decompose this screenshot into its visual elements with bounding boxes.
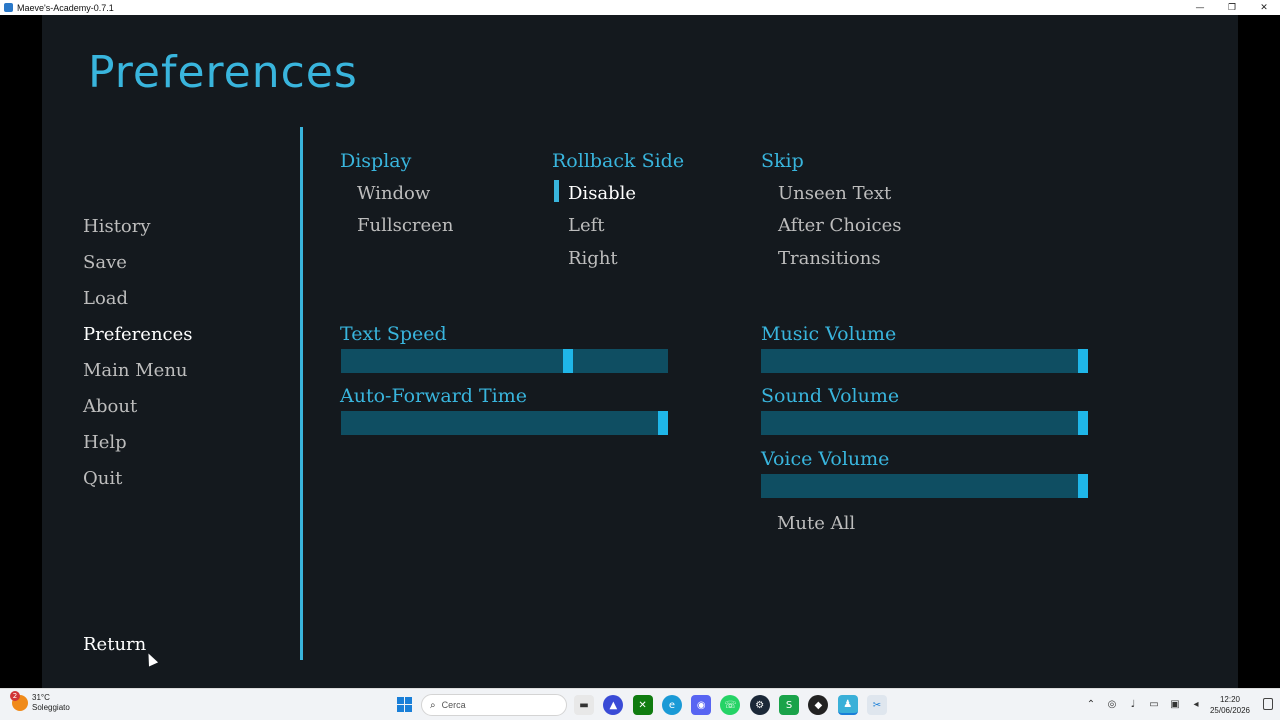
nav-item-history[interactable]: History	[83, 216, 151, 237]
auto-forward-time-slider[interactable]	[341, 411, 668, 435]
system-tray: ⌃ ◎ ♩ ▭ ▣ ◂	[1084, 697, 1210, 711]
skip-label: Skip	[761, 150, 804, 172]
display-label: Display	[340, 150, 412, 172]
display-option-window[interactable]: Window	[357, 183, 430, 204]
edge-icon[interactable]: e	[661, 695, 682, 715]
security-icon[interactable]: ◎	[1105, 697, 1119, 711]
taskbar-search[interactable]: ⌕ Cerca	[421, 694, 567, 716]
mouse-cursor-icon	[143, 651, 159, 667]
minimize-button[interactable]: —	[1184, 0, 1216, 15]
text-speed-slider-thumb[interactable]	[563, 349, 573, 373]
game-screen: Preferences History Save Load Preference…	[42, 15, 1238, 688]
nav-item-quit[interactable]: Quit	[83, 468, 122, 489]
weather-widget[interactable]: 2 31°C Soleggiato	[10, 691, 70, 713]
nav-item-save[interactable]: Save	[83, 252, 127, 273]
steam-icon[interactable]: ⚙	[749, 695, 770, 715]
window-title: Maeve's-Academy-0.7.1	[17, 2, 114, 13]
nav-item-main-menu[interactable]: Main Menu	[83, 360, 188, 381]
notification-badge: 2	[10, 691, 20, 701]
page-title: Preferences	[88, 47, 358, 98]
clock-date: 25/06/2026	[1209, 706, 1251, 715]
text-speed-slider[interactable]	[341, 349, 668, 373]
snipping-tool-icon[interactable]: ✂	[866, 695, 887, 715]
weather-temp: 31°C	[32, 693, 50, 702]
unity-icon[interactable]: ◆	[808, 695, 829, 715]
skip-option-transitions[interactable]: Transitions	[778, 248, 881, 269]
volume-icon[interactable]: ◂	[1189, 697, 1203, 711]
nav-divider	[300, 127, 303, 660]
auto-forward-time-label: Auto-Forward Time	[340, 385, 528, 407]
sound-volume-label: Sound Volume	[761, 385, 900, 407]
taskbar-clock[interactable]: 12:20 25/06/2026	[1202, 694, 1258, 716]
selected-marker	[554, 180, 559, 202]
chevron-up-icon[interactable]: ⌃	[1084, 697, 1098, 711]
close-button[interactable]: ✕	[1248, 0, 1280, 15]
letterbox-left	[0, 15, 42, 688]
skip-option-after-choices[interactable]: After Choices	[778, 215, 902, 236]
search-icon: ⌕	[430, 699, 436, 711]
weather-desc: Soleggiato	[32, 703, 70, 712]
return-button[interactable]: Return	[83, 634, 146, 655]
proton-vpn-icon[interactable]: ▲	[603, 695, 624, 715]
nav-item-load[interactable]: Load	[83, 288, 128, 309]
spotify-like-icon[interactable]: S	[779, 695, 800, 715]
skip-option-unseen-text[interactable]: Unseen Text	[778, 183, 891, 204]
music-volume-label: Music Volume	[761, 323, 897, 345]
rollback-side-label: Rollback Side	[552, 150, 685, 172]
sun-icon: 2	[10, 691, 28, 711]
microphone-icon[interactable]: ♩	[1126, 697, 1140, 711]
sound-volume-slider-thumb[interactable]	[1078, 411, 1088, 435]
display-option-fullscreen[interactable]: Fullscreen	[357, 215, 453, 236]
notification-center-icon[interactable]	[1263, 698, 1273, 710]
nav-item-about[interactable]: About	[83, 396, 137, 417]
nav-item-help[interactable]: Help	[83, 432, 127, 453]
discord-icon[interactable]: ◉	[691, 695, 712, 715]
clock-time: 12:20	[1219, 695, 1241, 704]
rollback-option-left[interactable]: Left	[568, 215, 605, 236]
rollback-option-disable[interactable]: Disable	[568, 183, 636, 204]
sound-volume-slider[interactable]	[761, 411, 1088, 435]
keyboard-icon[interactable]: ▭	[1147, 697, 1161, 711]
letterbox-right	[1238, 15, 1280, 688]
maximize-button[interactable]: ❐	[1216, 0, 1248, 15]
start-button[interactable]	[397, 697, 412, 712]
text-speed-label: Text Speed	[340, 323, 447, 345]
music-volume-slider-thumb[interactable]	[1078, 349, 1088, 373]
rollback-option-right[interactable]: Right	[568, 248, 618, 269]
search-placeholder: Cerca	[441, 700, 466, 710]
taskbar-apps: ▬ ▲ ✕ e ◉ ☏ ⚙ S ◆ ♟ ✂	[574, 695, 896, 715]
game-icon[interactable]: ♟	[837, 695, 858, 715]
voice-volume-slider-thumb[interactable]	[1078, 474, 1088, 498]
app-icon	[4, 3, 13, 12]
whatsapp-icon[interactable]: ☏	[720, 695, 741, 715]
windows-taskbar: 2 31°C Soleggiato ⌕ Cerca ▬ ▲ ✕ e ◉ ☏ ⚙ …	[0, 688, 1280, 720]
auto-forward-time-slider-thumb[interactable]	[658, 411, 668, 435]
window-titlebar: Maeve's-Academy-0.7.1 — ❐ ✕	[0, 0, 1280, 15]
music-volume-slider[interactable]	[761, 349, 1088, 373]
voice-volume-slider[interactable]	[761, 474, 1088, 498]
xbox-icon[interactable]: ✕	[632, 695, 653, 715]
voice-volume-label: Voice Volume	[761, 448, 890, 470]
network-icon[interactable]: ▣	[1168, 697, 1182, 711]
nav-item-preferences[interactable]: Preferences	[83, 324, 193, 345]
file-explorer-icon[interactable]: ▬	[574, 695, 594, 715]
mute-all-button[interactable]: Mute All	[777, 513, 855, 534]
window-controls: — ❐ ✕	[1184, 0, 1280, 15]
